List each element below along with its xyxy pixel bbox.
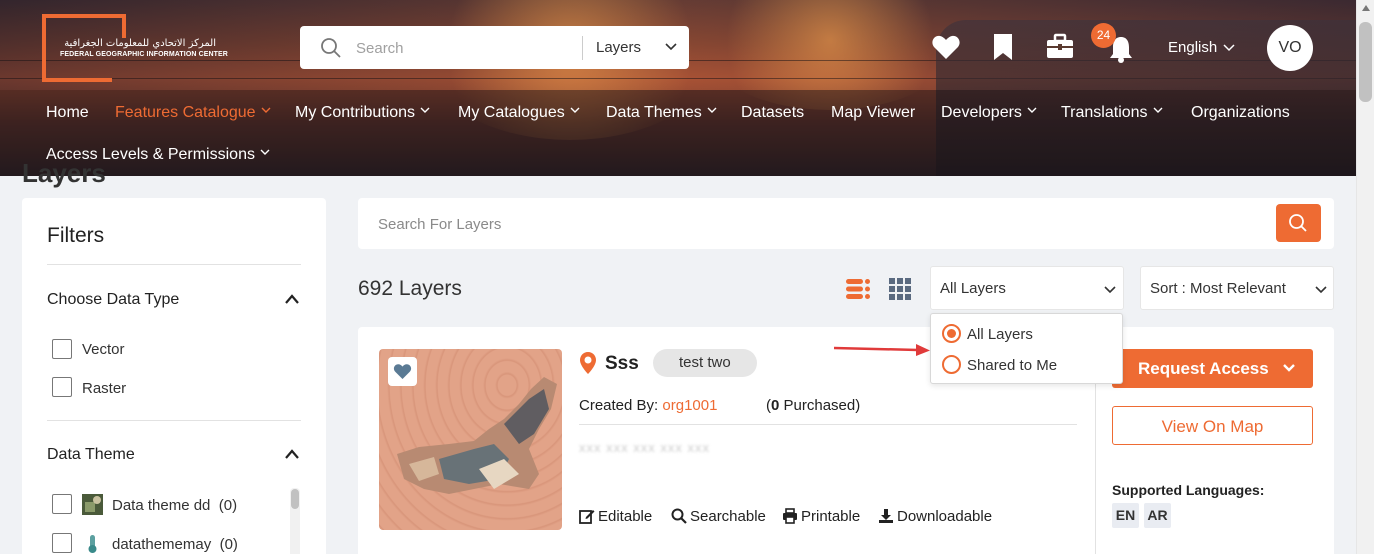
view-on-map-button[interactable]: View On Map [1112,406,1313,445]
raster-checkbox[interactable] [52,377,72,397]
data-theme-dd-checkbox[interactable] [52,494,72,514]
request-access-label: Request Access [1138,359,1269,378]
layer-scope-value: All Layers [940,280,1006,297]
layer-scope-select[interactable]: All Layers [930,266,1124,310]
chevron-down-icon [1315,286,1327,294]
divider [47,264,301,265]
data-theme-section-title: Data Theme [47,446,135,463]
grid-view-icon[interactable] [889,278,911,300]
vector-checkbox[interactable] [52,339,72,359]
page-scroll-thumb[interactable] [1359,22,1372,102]
language-chip-en: EN [1112,503,1139,528]
raster-label: Raster [82,380,127,397]
theme-label: Data theme dd (0) [112,497,237,514]
supported-languages-label: Supported Languages: [1112,482,1265,498]
layer-search-bar [358,198,1334,249]
theme-name: Data theme dd [112,497,211,514]
layer-thumbnail[interactable] [379,349,562,530]
sort-value: Sort : Most Relevant [1150,280,1286,297]
feature-label: Editable [598,508,653,525]
layer-search-button[interactable] [1276,204,1321,242]
layer-card: Sss test two Created By: org1001 (0 Purc… [358,327,1334,554]
theme-list-scroll-thumb[interactable] [291,489,299,509]
datathememay-checkbox[interactable] [52,533,72,553]
theme-count: (0) [218,497,238,514]
annotation-arrow-icon [833,344,930,356]
results-count: 692 Layers [358,277,462,300]
download-icon [879,509,893,523]
feature-label: Searchable [690,508,766,525]
scroll-up-icon[interactable] [1361,4,1371,12]
chevron-up-icon[interactable] [284,448,300,460]
search-icon [671,508,687,524]
location-pin-icon [580,352,596,374]
vector-label: Vector [82,341,125,358]
filters-panel: Filters Choose Data Type Vector Raster D… [22,198,326,554]
edit-icon [579,510,595,524]
created-by: Created By: org1001 [579,397,717,414]
header-overlay [0,0,1356,176]
all-layers-option[interactable]: All Layers [967,326,1033,343]
layer-search-input[interactable] [378,212,978,236]
list-view-icon[interactable] [846,278,870,300]
theme-label: datathememay (0) [112,536,238,553]
theme-name: datathememay [112,536,212,553]
chevron-up-icon[interactable] [284,293,300,305]
divider [47,420,301,421]
thermometer-icon [88,535,97,553]
heart-icon [393,364,412,379]
created-by-label: Created By: [579,397,659,414]
created-by-org-link[interactable]: org1001 [662,397,717,414]
favorite-button[interactable] [388,357,417,386]
theme-thumbnail-image [82,494,103,515]
shared-to-me-option[interactable]: Shared to Me [967,357,1057,374]
layer-tag: test two [653,349,757,377]
filters-title: Filters [47,224,105,247]
feature-label: Downloadable [897,508,993,525]
view-on-map-label: View On Map [1161,417,1264,436]
purchased-count: (0 Purchased) [766,397,860,414]
chevron-down-icon [1283,364,1295,372]
request-access-button[interactable]: Request Access [1112,349,1313,388]
theme-count: (0) [219,536,238,553]
purchased-label: Purchased) [779,397,861,414]
search-icon [1289,214,1307,232]
sort-select[interactable]: Sort : Most Relevant [1140,266,1334,310]
layer-scope-dropdown: All Layers Shared to Me [930,313,1123,384]
shared-to-me-radio[interactable] [942,355,961,374]
all-layers-radio[interactable] [942,324,961,343]
feature-label: Printable [801,508,861,525]
page-scrollbar[interactable] [1356,0,1374,554]
data-type-section-title: Choose Data Type [47,291,180,308]
layer-description: xxx xxx xxx xxx xxx [579,440,710,455]
language-chip-ar: AR [1144,503,1171,528]
divider [579,424,1077,425]
layer-name[interactable]: Sss [605,353,639,375]
printer-icon [783,508,797,524]
chevron-down-icon [1104,286,1116,294]
